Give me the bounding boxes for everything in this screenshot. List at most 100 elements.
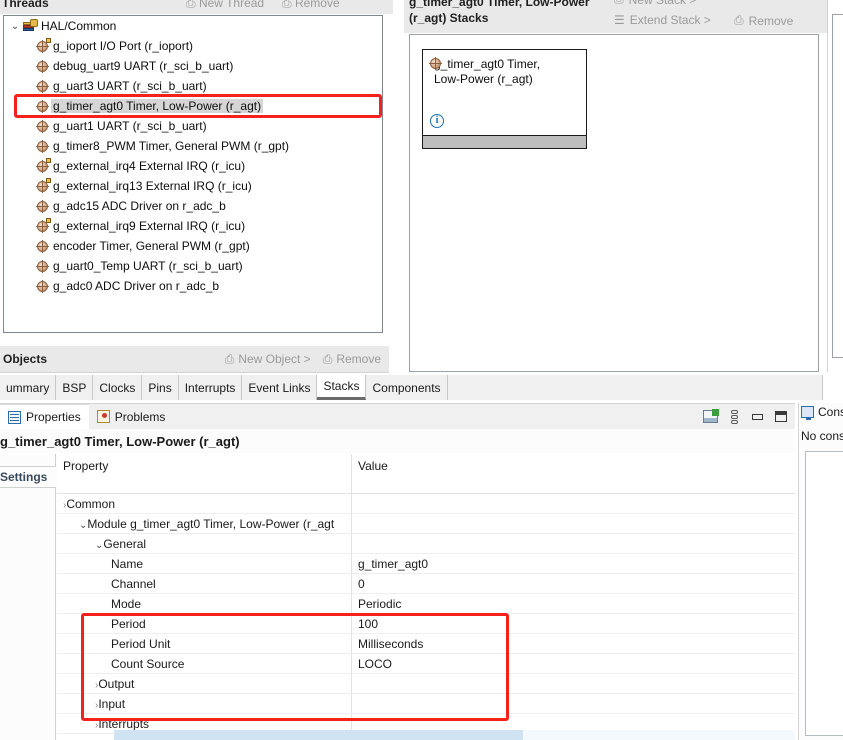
tab-console[interactable]: Cons — [801, 405, 843, 420]
tree-item-g-external-irq4[interactable]: g_external_irq4 External IRQ (r_icu) — [4, 156, 382, 176]
extend-stack-button[interactable]: ☰ Extend Stack > — [614, 13, 711, 27]
table-row[interactable]: ›Common — [57, 494, 795, 514]
tree-item-g-timer-agt0[interactable]: g_timer_agt0 Timer, Low-Power (r_agt) — [4, 96, 382, 116]
table-header-row: Property Value — [57, 454, 795, 494]
tree-item-g-uart3[interactable]: g_uart3 UART (r_sci_b_uart) — [4, 76, 382, 96]
driver-badge-icon — [34, 157, 51, 173]
driver-icon — [34, 139, 51, 153]
table-row[interactable]: ⌄Module g_timer_agt0 Timer, Low-Power (r… — [57, 514, 795, 534]
chevron-down-icon[interactable]: ⌄ — [8, 21, 22, 32]
page-title: g_timer_agt0 Timer, Low-Power (r_agt) — [0, 429, 795, 454]
stack-node-g-timer-agt0[interactable]: g_timer_agt0 Timer, Low-Power (r_agt) i — [422, 49, 587, 149]
tree-item-g-timer8-pwm[interactable]: g_timer8_PWM Timer, General PWM (r_gpt) — [4, 136, 382, 156]
remove-icon: ⎙ — [322, 351, 333, 366]
tree-item-label: g_timer_agt0 Timer, Low-Power (r_agt) — [51, 99, 264, 113]
driver-icon — [34, 279, 51, 293]
tab-properties[interactable]: Properties — [0, 404, 89, 429]
stacks-canvas[interactable]: g_timer_agt0 Timer, Low-Power (r_agt) i — [409, 34, 819, 372]
tree-item-label: g_external_irq4 External IRQ (r_icu) — [53, 159, 246, 173]
remove-stack-button[interactable]: ⎙ Remove — [734, 13, 793, 28]
new-properties-view-icon[interactable] — [703, 409, 719, 423]
tree-item-g-ioport[interactable]: g_ioport I/O Port (r_ioport) — [4, 36, 382, 56]
driver-icon — [34, 119, 51, 133]
tree-item-debug-uart9[interactable]: debug_uart9 UART (r_sci_b_uart) — [4, 56, 382, 76]
remove-object-button[interactable]: ⎙ Remove — [323, 352, 381, 367]
properties-icon — [8, 410, 21, 424]
hal-stack-icon — [22, 19, 39, 33]
properties-side-tabs[interactable]: Settings — [0, 454, 56, 740]
console-empty-label: No cons — [801, 429, 843, 443]
stacks-panel-bar: g_timer_agt0 Timer, Low-Power (r_agt) St… — [404, 0, 843, 33]
maximize-icon[interactable] — [775, 411, 787, 422]
new-stack-button[interactable]: ⎙ New Stack > — [614, 0, 696, 7]
threads-panel-bar: Threads ⎙ New Thread ⎙ Remove — [0, 0, 393, 14]
tree-item-g-adc0[interactable]: g_adc0 ADC Driver on r_adc_b — [4, 276, 382, 296]
new-thread-icon: ⎙ — [186, 0, 196, 10]
tab-components[interactable]: Components — [366, 375, 448, 400]
tree-item-encoder[interactable]: encoder Timer, General PWM (r_gpt) — [4, 236, 382, 256]
stack-node-label: g_timer_agt0 Timer, Low-Power (r_agt) — [434, 57, 541, 86]
driver-icon — [34, 59, 51, 73]
tab-bsp[interactable]: BSP — [56, 375, 94, 400]
table-row[interactable]: ⌄General — [57, 534, 795, 554]
tree-item-label: g_uart3 UART (r_sci_b_uart) — [53, 79, 207, 93]
table-row[interactable]: Channel 0 — [57, 574, 795, 594]
remove-thread-button[interactable]: ⎙ Remove — [282, 0, 340, 11]
driver-icon — [34, 259, 51, 273]
column-header-property: Property — [57, 454, 352, 493]
driver-icon — [34, 239, 51, 253]
table-row-input[interactable]: ›Input — [57, 694, 795, 714]
properties-table[interactable]: Property Value ›Common ⌄Module g_timer_a… — [57, 454, 795, 740]
tab-stacks[interactable]: Stacks — [317, 375, 367, 400]
tree-item-g-external-irq13[interactable]: g_external_irq13 External IRQ (r_icu) — [4, 176, 382, 196]
tab-interrupts[interactable]: Interrupts — [178, 375, 243, 400]
table-row-output[interactable]: ›Output — [57, 674, 795, 694]
table-row[interactable]: Name g_timer_agt0 — [57, 554, 795, 574]
tab-clocks[interactable]: Clocks — [93, 375, 143, 400]
driver-badge-icon — [34, 177, 51, 193]
threads-panel-title: Threads — [2, 0, 49, 10]
problems-icon — [96, 410, 110, 423]
driver-icon — [34, 99, 51, 113]
table-row-period[interactable]: Period 100 — [57, 614, 795, 634]
scrollbar-thumb[interactable] — [114, 730, 523, 740]
threads-tree[interactable]: ⌄ HAL/Common g_ioport I/O Port (r_ioport… — [3, 15, 383, 333]
driver-badge-icon — [34, 217, 51, 233]
tree-item-label: debug_uart9 UART (r_sci_b_uart) — [53, 59, 234, 73]
editor-tab-bar[interactable]: ummary BSP Clocks Pins Interrupts Event … — [0, 374, 823, 400]
properties-view: Properties Problems g_timer_agt0 Timer, … — [0, 403, 795, 740]
driver-icon — [34, 199, 51, 213]
tree-item-g-uart1[interactable]: g_uart1 UART (r_sci_b_uart) — [4, 116, 382, 136]
tab-pins[interactable]: Pins — [142, 375, 179, 400]
remove-icon: ⎙ — [282, 0, 292, 10]
tree-item-label: g_uart1 UART (r_sci_b_uart) — [53, 119, 207, 133]
tree-item-label: g_external_irq9 External IRQ (r_icu) — [53, 219, 246, 233]
properties-tab-row[interactable]: Properties Problems — [0, 404, 795, 429]
console-icon — [801, 406, 814, 420]
tree-item-label: encoder Timer, General PWM (r_gpt) — [53, 239, 250, 253]
new-object-icon: ⎙ — [224, 351, 235, 366]
tree-item-label: g_external_irq13 External IRQ (r_icu) — [53, 179, 252, 193]
tree-root-hal-common[interactable]: ⌄ HAL/Common — [4, 16, 382, 36]
tab-problems[interactable]: Problems — [89, 404, 174, 429]
table-row-count-source[interactable]: Count Source LOCO — [57, 654, 795, 674]
tab-event-links[interactable]: Event Links — [242, 375, 318, 400]
tree-root-label: HAL/Common — [41, 19, 117, 33]
pin-chain-icon[interactable] — [731, 409, 738, 424]
horizontal-scrollbar[interactable] — [114, 730, 795, 740]
side-tab-settings[interactable]: Settings — [0, 466, 56, 488]
tree-item-g-external-irq9[interactable]: g_external_irq9 External IRQ (r_icu) — [4, 216, 382, 236]
driver-badge-icon — [34, 37, 51, 53]
table-row[interactable]: Mode Periodic — [57, 594, 795, 614]
new-thread-button[interactable]: ⎙ New Thread — [186, 0, 264, 11]
tree-item-g-adc15[interactable]: g_adc15 ADC Driver on r_adc_b — [4, 196, 382, 216]
tree-item-label: g_ioport I/O Port (r_ioport) — [53, 39, 194, 53]
table-row-period-unit[interactable]: Period Unit Milliseconds — [57, 634, 795, 654]
new-object-button[interactable]: ⎙ New Object > — [225, 352, 311, 367]
objects-panel-title: Objects — [3, 352, 48, 366]
minimize-icon[interactable] — [751, 411, 763, 422]
tree-item-g-uart0-temp[interactable]: g_uart0_Temp UART (r_sci_b_uart) — [4, 256, 382, 276]
tab-summary[interactable]: ummary — [0, 375, 57, 400]
console-output-area[interactable] — [805, 451, 843, 736]
info-icon[interactable]: i — [430, 114, 444, 128]
